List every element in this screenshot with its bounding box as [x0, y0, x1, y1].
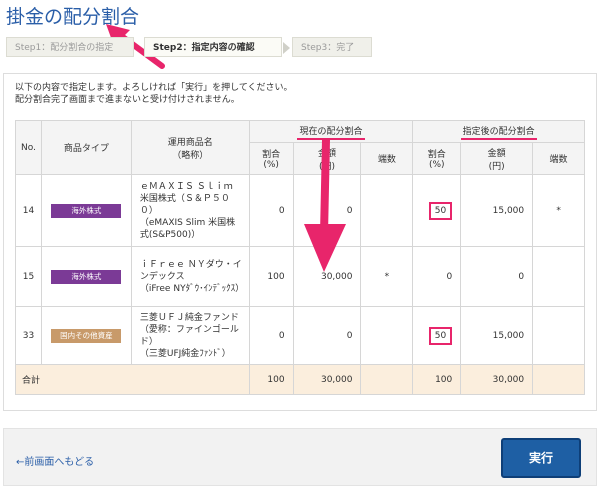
cur-amount: 30,000: [292, 246, 362, 307]
footer-bar: ←前画面へもどる 実行: [3, 428, 597, 486]
header-new-group: 指定後の配分割合: [412, 120, 585, 143]
total-new-fraction: [532, 364, 585, 395]
fund-name-short: （iFree NYﾀﾞｳ･ｲﾝﾃﾞｯｸｽ）: [139, 283, 245, 294]
product-type-badge: 海外株式: [51, 203, 122, 218]
header-ratio-unit: (%): [263, 160, 279, 170]
row-fund-name: ｉＦｒｅｅ ＮＹダウ・インデックス （iFree NYﾀﾞｳ･ｲﾝﾃﾞｯｸｽ）: [130, 246, 250, 307]
back-link[interactable]: ←前画面へもどる: [16, 453, 94, 468]
table-row: 15 海外株式 ｉＦｒｅｅ ＮＹダウ・インデックス （iFree NYﾀﾞｳ･ｲ…: [15, 246, 585, 307]
header-type: 商品タイプ: [40, 120, 132, 175]
header-new-label: 指定後の配分割合: [460, 124, 537, 140]
notice-line-1: 以下の内容で指定します。よろしければ「実行」を押してください。: [15, 83, 293, 93]
cur-fraction: [360, 174, 414, 247]
new-fraction: *: [532, 174, 585, 247]
header-new-fraction: 端数: [532, 142, 585, 175]
step-1-label: Step1：配分割合の指定: [15, 43, 114, 53]
header-amount-label: 金額: [318, 148, 337, 159]
total-new-ratio: 100: [412, 364, 462, 395]
new-ratio-highlight: 50: [428, 201, 453, 220]
cur-amount: 0: [292, 306, 362, 365]
fund-name-full: ｅＭＡＸＩＳ Ｓｌｉｍ 米国株式（Ｓ＆Ｐ５００）: [139, 181, 233, 216]
product-type-badge: 海外株式: [51, 269, 122, 284]
total-label: 合計: [15, 364, 250, 395]
header-cur-amount: 金額 (円): [292, 142, 362, 175]
fund-name-full: 三菱ＵＦＪ純金ファンド（愛称：ファインゴールド）: [139, 312, 239, 347]
step-3-label: Step3：完了: [301, 43, 355, 53]
total-cur-amount: 30,000: [292, 364, 362, 395]
cur-ratio: 100: [248, 246, 294, 307]
step-2-current: Step2：指定内容の確認: [144, 37, 290, 57]
header-product-sub: （略称）: [172, 150, 209, 161]
fund-name-short: （eMAXIS Slim 米国株式(S&P500)）: [139, 217, 236, 240]
total-row: 合計 100 30,000 100 30,000: [15, 364, 585, 395]
row-no: 33: [15, 306, 42, 365]
step-1: Step1：配分割合の指定: [6, 37, 134, 57]
new-ratio: 50: [412, 174, 462, 247]
page-title: 掛金の配分割合: [6, 6, 140, 28]
header-amount-label: 金額: [487, 148, 506, 159]
cur-ratio: 0: [248, 306, 294, 365]
new-amount: 15,000: [460, 174, 534, 247]
header-new-ratio: 割合 (%): [412, 142, 462, 175]
new-amount: 0: [460, 246, 534, 307]
header-current-group: 現在の配分割合: [248, 120, 414, 143]
row-no: 15: [15, 246, 42, 307]
new-fraction: [532, 306, 585, 365]
row-type: 海外株式: [40, 174, 132, 247]
cur-ratio: 0: [248, 174, 294, 247]
row-no: 14: [15, 174, 42, 247]
header-ratio-unit: (%): [428, 160, 445, 170]
total-cur-ratio: 100: [248, 364, 294, 395]
new-fraction: [532, 246, 585, 307]
header-no: No.: [15, 120, 42, 175]
step-arrow-icon: [283, 42, 290, 54]
step-progress: Step1：配分割合の指定 Step2：指定内容の確認 Step3：完了: [6, 37, 382, 57]
new-ratio: 0: [412, 246, 462, 307]
cur-amount: 0: [292, 174, 362, 247]
header-ratio-label: 割合: [427, 150, 446, 160]
row-fund-name: 三菱ＵＦＪ純金ファンド（愛称：ファインゴールド） （三菱UFJ純金ﾌｧﾝﾄﾞ）: [130, 306, 250, 365]
step-3: Step3：完了: [292, 37, 372, 57]
header-cur-fraction: 端数: [360, 142, 414, 175]
total-new-amount: 30,000: [460, 364, 534, 395]
header-current-label: 現在の配分割合: [297, 124, 365, 140]
notice-line-2: 配分割合完了画面まで進まないと受け付けされません。: [15, 95, 240, 105]
fund-name-short: （三菱UFJ純金ﾌｧﾝﾄﾞ）: [139, 348, 231, 359]
header-amount-unit: (円): [488, 161, 505, 172]
product-type-badge: 国内その他資産: [51, 328, 122, 343]
header-amount-unit: (円): [319, 161, 336, 172]
header-product-label: 運用商品名: [167, 137, 213, 148]
row-type: 国内その他資産: [40, 306, 132, 365]
table-row: 33 国内その他資産 三菱ＵＦＪ純金ファンド（愛称：ファインゴールド） （三菱U…: [15, 306, 585, 365]
table-row: 14 海外株式 ｅＭＡＸＩＳ Ｓｌｉｍ 米国株式（Ｓ＆Ｐ５００） （eMAXIS…: [15, 174, 585, 247]
row-type: 海外株式: [40, 246, 132, 307]
header-new-amount: 金額 (円): [460, 142, 534, 175]
total-cur-fraction: [360, 364, 414, 395]
fund-name-full: ｉＦｒｅｅ ＮＹダウ・インデックス: [139, 259, 242, 282]
step-2-label: Step2：指定内容の確認: [153, 43, 255, 53]
row-fund-name: ｅＭＡＸＩＳ Ｓｌｉｍ 米国株式（Ｓ＆Ｐ５００） （eMAXIS Slim 米国…: [130, 174, 250, 247]
header-cur-ratio: 割合 (%): [248, 142, 294, 175]
new-ratio: 50: [412, 306, 462, 365]
header-ratio-label: 割合: [262, 150, 281, 160]
new-ratio-highlight: 50: [428, 326, 453, 345]
new-amount: 15,000: [460, 306, 534, 365]
execute-button[interactable]: 実行: [501, 438, 581, 478]
notice-text: 以下の内容で指定します。よろしければ「実行」を押してください。 配分割合完了画面…: [15, 82, 293, 106]
cur-fraction: *: [360, 246, 414, 307]
confirmation-panel: 以下の内容で指定します。よろしければ「実行」を押してください。 配分割合完了画面…: [3, 73, 597, 411]
header-product: 運用商品名 （略称）: [130, 120, 250, 175]
allocation-table: No. 商品タイプ 運用商品名 （略称） 現在の配分割合 指定後の配分割合 割合…: [15, 120, 585, 395]
cur-fraction: [360, 306, 414, 365]
